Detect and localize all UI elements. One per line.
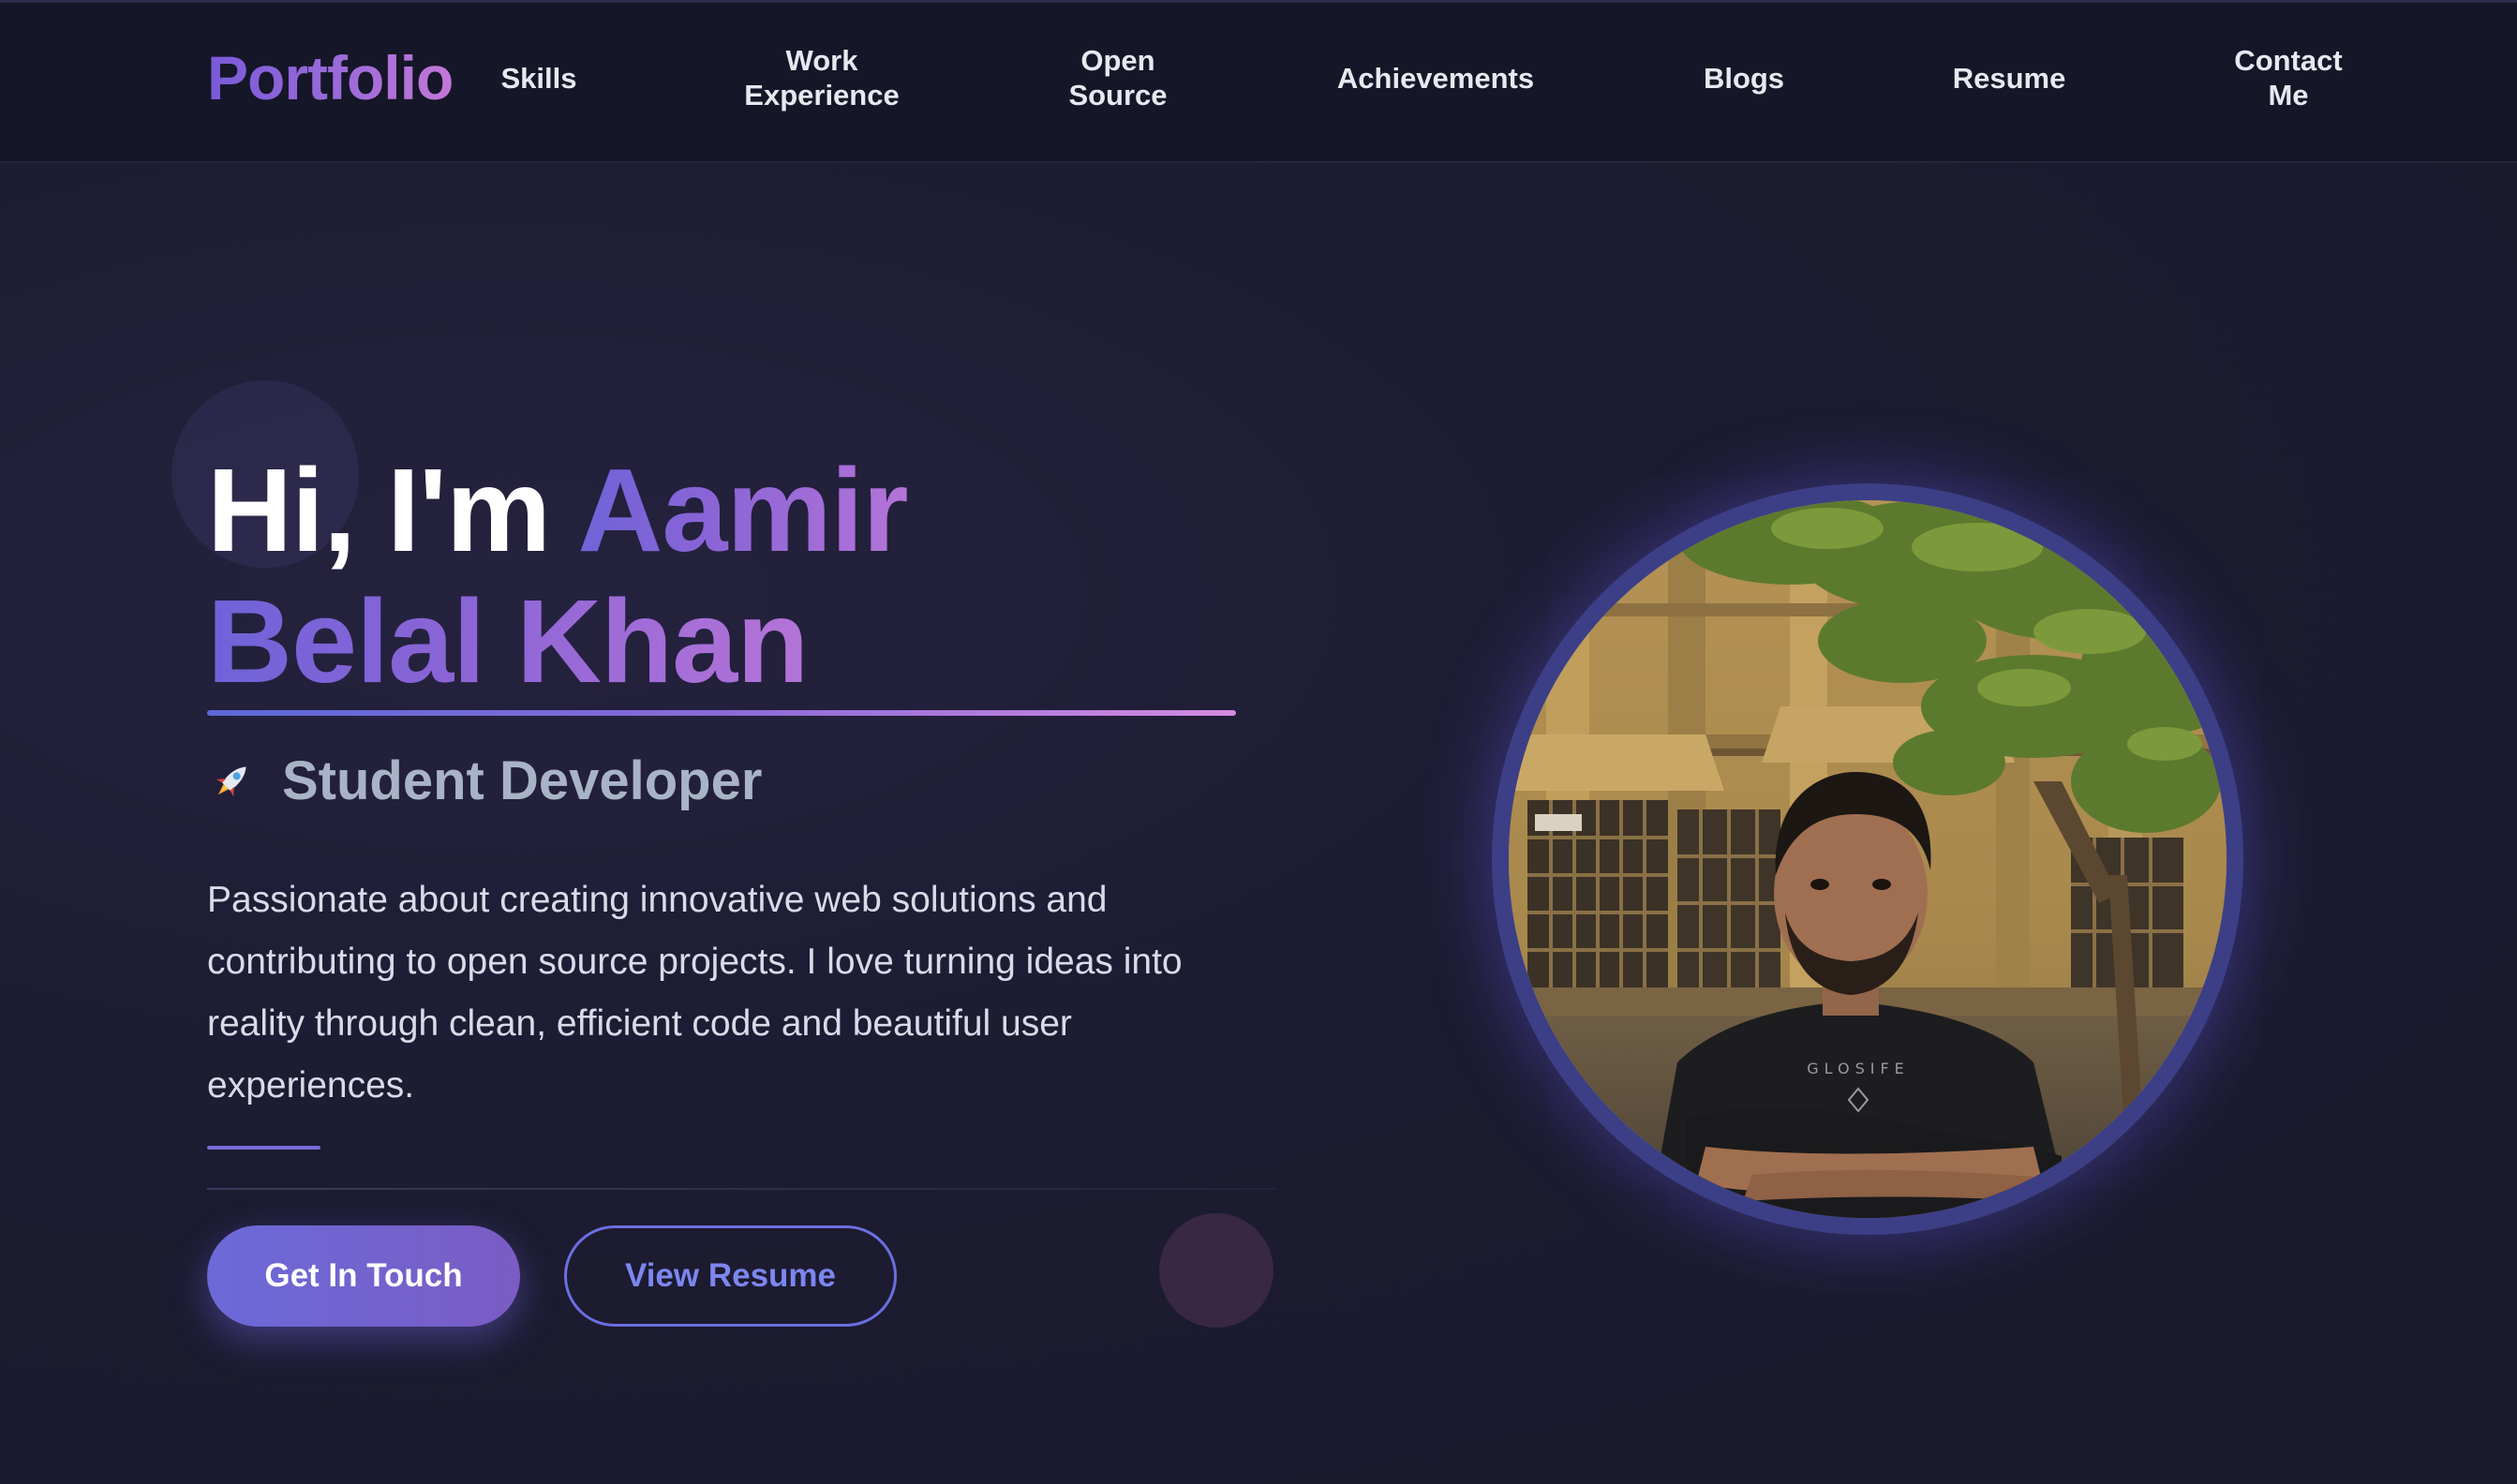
shirt-text: GLOSIFE bbox=[1807, 1060, 1910, 1077]
nav-item-label-line1: Open bbox=[1080, 44, 1155, 77]
section-divider bbox=[207, 1188, 1275, 1190]
profile-photo: GLOSIFE bbox=[1509, 500, 2227, 1218]
nav-item-open-source[interactable]: Open Source bbox=[1068, 43, 1167, 112]
nav-item-label: Achievements bbox=[1336, 62, 1535, 95]
hero-heading: Hi, I'm Aamir Belal Khan bbox=[207, 445, 1285, 707]
portfolio-page: Portfolio Skills Work Experience Open So… bbox=[0, 0, 2517, 1484]
nav-item-label-line1: Contact bbox=[2234, 44, 2343, 77]
nav-item-achievements[interactable]: Achievements bbox=[1337, 61, 1534, 96]
nav-item-label: Skills bbox=[500, 62, 577, 95]
nav-item-blogs[interactable]: Blogs bbox=[1704, 61, 1784, 96]
nav-item-label-line2: Experience bbox=[744, 79, 900, 112]
nav-item-work-experience[interactable]: Work Experience bbox=[744, 43, 899, 112]
nav-item-contact-me[interactable]: Contact Me bbox=[2234, 43, 2342, 112]
hero-subtitle-row: Student Developer bbox=[207, 749, 762, 812]
hero-description: Passionate about creating innovative web… bbox=[207, 880, 1183, 1106]
hero-name-last: Belal Khan bbox=[207, 575, 809, 707]
nav-item-skills[interactable]: Skills bbox=[501, 61, 577, 96]
accent-line bbox=[207, 1146, 320, 1150]
heading-underline bbox=[207, 710, 1236, 716]
nav-item-label: Blogs bbox=[1703, 62, 1785, 95]
nav-item-resume[interactable]: Resume bbox=[1953, 61, 2066, 96]
navbar: Portfolio Skills Work Experience Open So… bbox=[0, 0, 2517, 163]
brand-logo[interactable]: Portfolio bbox=[207, 44, 454, 112]
hero-subtitle: Student Developer bbox=[282, 750, 763, 811]
rocket-icon bbox=[207, 757, 256, 806]
nav-item-label-line2: Source bbox=[1068, 79, 1168, 112]
nav-item-label: Resume bbox=[1952, 62, 2066, 95]
nav-item-label-line1: Work bbox=[785, 44, 858, 77]
get-in-touch-button[interactable]: Get In Touch bbox=[207, 1225, 520, 1327]
hero-greeting: Hi, I'm bbox=[207, 444, 551, 576]
decorative-circle bbox=[1159, 1213, 1273, 1328]
view-resume-button[interactable]: View Resume bbox=[564, 1225, 897, 1327]
hero-name-first: Aamir bbox=[577, 444, 908, 576]
nav-item-label-line2: Me bbox=[2268, 79, 2309, 112]
